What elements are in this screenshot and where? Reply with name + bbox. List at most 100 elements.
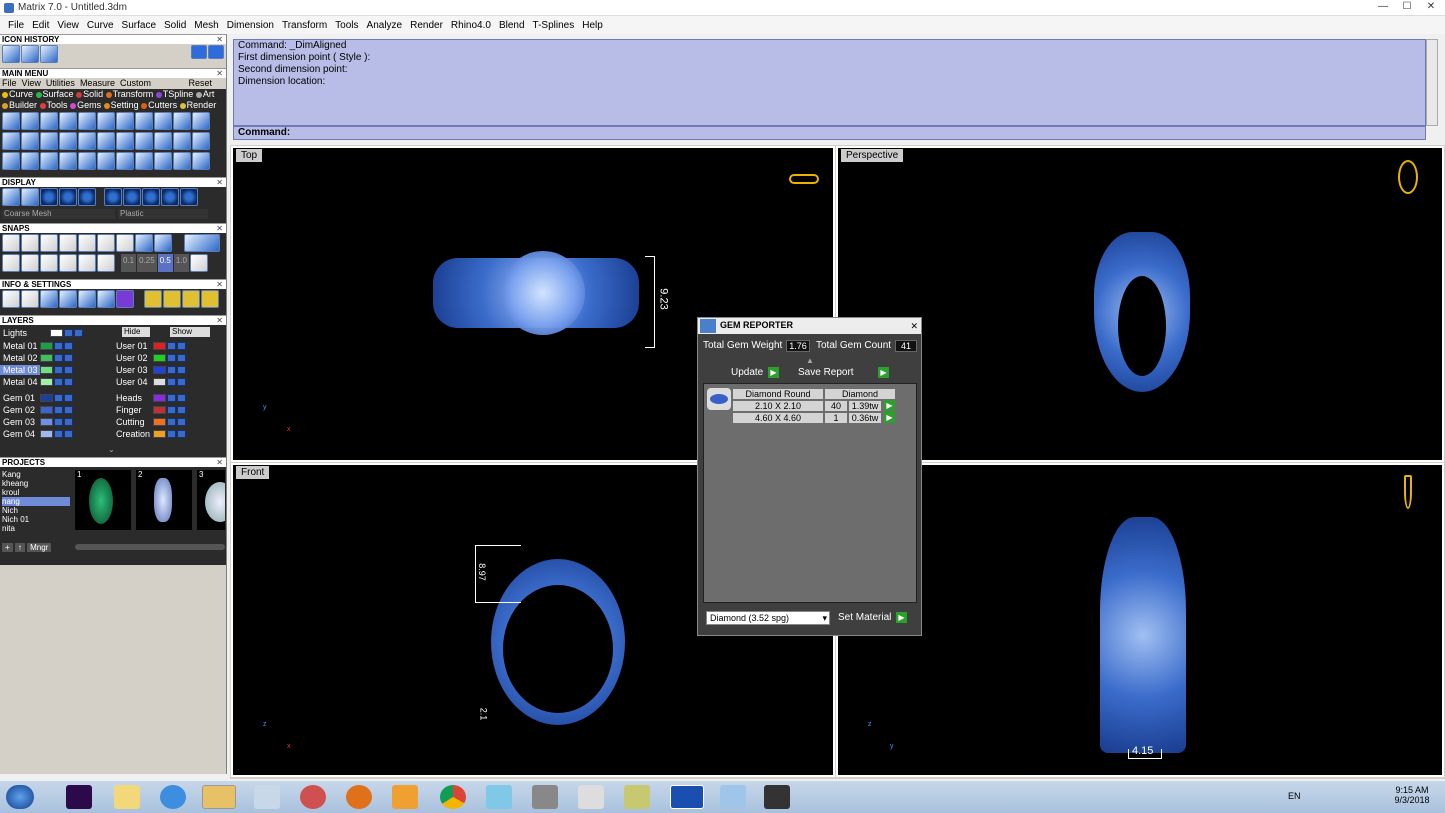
tab-custom[interactable]: Custom bbox=[120, 78, 151, 88]
material-icon[interactable] bbox=[180, 188, 198, 206]
layer-color[interactable] bbox=[153, 429, 166, 438]
layer-toggle[interactable] bbox=[177, 353, 186, 362]
snap-icon[interactable] bbox=[135, 234, 153, 252]
layer-name[interactable]: User 04 bbox=[113, 377, 153, 387]
layer-color[interactable] bbox=[153, 365, 166, 374]
minimize-button[interactable]: — bbox=[1372, 1, 1394, 14]
project-thumb-2[interactable]: 2 bbox=[136, 470, 192, 530]
tool-icon[interactable] bbox=[21, 112, 39, 130]
command-scrollbar[interactable] bbox=[1426, 39, 1438, 126]
snipping-icon[interactable] bbox=[300, 785, 326, 809]
close-icon[interactable]: ✕ bbox=[216, 178, 223, 187]
layer-toggle[interactable] bbox=[64, 429, 73, 438]
menu-curve-item[interactable]: Curve bbox=[2, 89, 33, 99]
wireframe-icon[interactable] bbox=[2, 188, 20, 206]
layer-toggle[interactable] bbox=[167, 341, 176, 350]
layer-name[interactable]: User 03 bbox=[113, 365, 153, 375]
snap-icon[interactable] bbox=[78, 234, 96, 252]
snap-value[interactable]: 0.25 bbox=[137, 254, 157, 272]
material-icon[interactable] bbox=[123, 188, 141, 206]
tool-icon[interactable] bbox=[192, 132, 210, 150]
tool-icon[interactable] bbox=[532, 785, 558, 809]
menu-cutters-item[interactable]: Cutters bbox=[141, 100, 177, 110]
material-mode-select[interactable]: Plastic bbox=[118, 209, 208, 219]
layer-color[interactable] bbox=[153, 341, 166, 350]
premiere-icon[interactable] bbox=[66, 785, 92, 809]
project-item[interactable]: Kang bbox=[2, 470, 70, 479]
snap-icon[interactable] bbox=[59, 254, 77, 272]
layer-toggle[interactable] bbox=[64, 377, 73, 386]
info-icon[interactable] bbox=[97, 290, 115, 308]
layer-toggle[interactable] bbox=[64, 393, 73, 402]
info-icon[interactable] bbox=[144, 290, 162, 308]
menu-curve[interactable]: Curve bbox=[83, 20, 118, 31]
layer-toggle[interactable] bbox=[64, 328, 73, 337]
layer-toggle[interactable] bbox=[64, 417, 73, 426]
layer-toggle[interactable] bbox=[64, 341, 73, 350]
layer-color[interactable] bbox=[153, 417, 166, 426]
layer-toggle[interactable] bbox=[167, 417, 176, 426]
close-icon[interactable]: ✕ bbox=[910, 319, 918, 333]
close-icon[interactable]: ✕ bbox=[216, 316, 223, 325]
render-sphere-icon[interactable] bbox=[40, 188, 58, 206]
layer-toggle[interactable] bbox=[54, 417, 63, 426]
info-icon[interactable] bbox=[163, 290, 181, 308]
tab-measure[interactable]: Measure bbox=[80, 78, 115, 88]
display-mode-select[interactable]: Coarse Mesh bbox=[2, 209, 115, 219]
layer-toggle[interactable] bbox=[64, 405, 73, 414]
layer-toggle[interactable] bbox=[177, 417, 186, 426]
menu-solid[interactable]: Solid bbox=[160, 20, 190, 31]
project-item[interactable]: nita bbox=[2, 524, 70, 533]
layer-color[interactable] bbox=[153, 377, 166, 386]
layer-name[interactable]: Gem 02 bbox=[0, 405, 40, 415]
history-icon-2[interactable] bbox=[21, 45, 39, 63]
firefox-icon[interactable] bbox=[346, 785, 372, 809]
layer-color[interactable] bbox=[40, 405, 53, 414]
snap-value[interactable]: 1.0 bbox=[173, 254, 189, 272]
tool-icon[interactable] bbox=[154, 112, 172, 130]
layer-color[interactable] bbox=[40, 377, 53, 386]
tool-icon[interactable] bbox=[78, 132, 96, 150]
menu-edit[interactable]: Edit bbox=[28, 20, 53, 31]
layer-toggle[interactable] bbox=[177, 377, 186, 386]
save-report-button[interactable]: Save Report bbox=[798, 367, 854, 378]
chrome-icon[interactable] bbox=[440, 785, 466, 809]
row-arrow-icon[interactable]: ▶ bbox=[884, 400, 895, 411]
up-icon[interactable]: ↑ bbox=[14, 543, 25, 552]
project-item[interactable]: kroul bbox=[2, 488, 70, 497]
layer-name[interactable]: Metal 04 bbox=[0, 377, 40, 387]
tool-icon[interactable] bbox=[40, 132, 58, 150]
snap-icon[interactable] bbox=[78, 254, 96, 272]
layer-color[interactable] bbox=[40, 393, 53, 402]
close-button[interactable]: ✕ bbox=[1420, 1, 1442, 14]
snap-icon[interactable] bbox=[2, 254, 20, 272]
history-icon-1[interactable] bbox=[2, 45, 20, 63]
info-icon[interactable] bbox=[78, 290, 96, 308]
layer-name[interactable]: Gem 03 bbox=[0, 417, 40, 427]
snap-icon[interactable] bbox=[40, 234, 58, 252]
app-icon[interactable] bbox=[578, 785, 604, 809]
layer-color[interactable] bbox=[153, 353, 166, 362]
menu-tsplines[interactable]: T-Splines bbox=[529, 20, 579, 31]
menu-surface-item[interactable]: Surface bbox=[35, 89, 74, 99]
tool-icon[interactable] bbox=[154, 152, 172, 170]
shaded-icon[interactable] bbox=[21, 188, 39, 206]
render-sphere-icon[interactable] bbox=[78, 188, 96, 206]
history-icon-3[interactable] bbox=[40, 45, 58, 63]
tool-icon[interactable] bbox=[173, 132, 191, 150]
menu-surface[interactable]: Surface bbox=[118, 20, 160, 31]
layer-toggle[interactable] bbox=[74, 328, 83, 337]
menu-rhino[interactable]: Rhino4.0 bbox=[447, 20, 495, 31]
snap-icon[interactable] bbox=[2, 234, 20, 252]
close-icon[interactable]: ✕ bbox=[216, 35, 223, 44]
menu-help[interactable]: Help bbox=[578, 20, 607, 31]
tool-icon[interactable] bbox=[78, 112, 96, 130]
grid-icon[interactable] bbox=[189, 254, 208, 272]
tool-icon[interactable] bbox=[135, 132, 153, 150]
matrix-icon[interactable] bbox=[670, 785, 704, 809]
tool-icon[interactable] bbox=[192, 152, 210, 170]
tool-icon[interactable] bbox=[40, 152, 58, 170]
layer-toggle[interactable] bbox=[177, 341, 186, 350]
render-sphere-icon[interactable] bbox=[59, 188, 77, 206]
search-icon[interactable] bbox=[21, 290, 39, 308]
